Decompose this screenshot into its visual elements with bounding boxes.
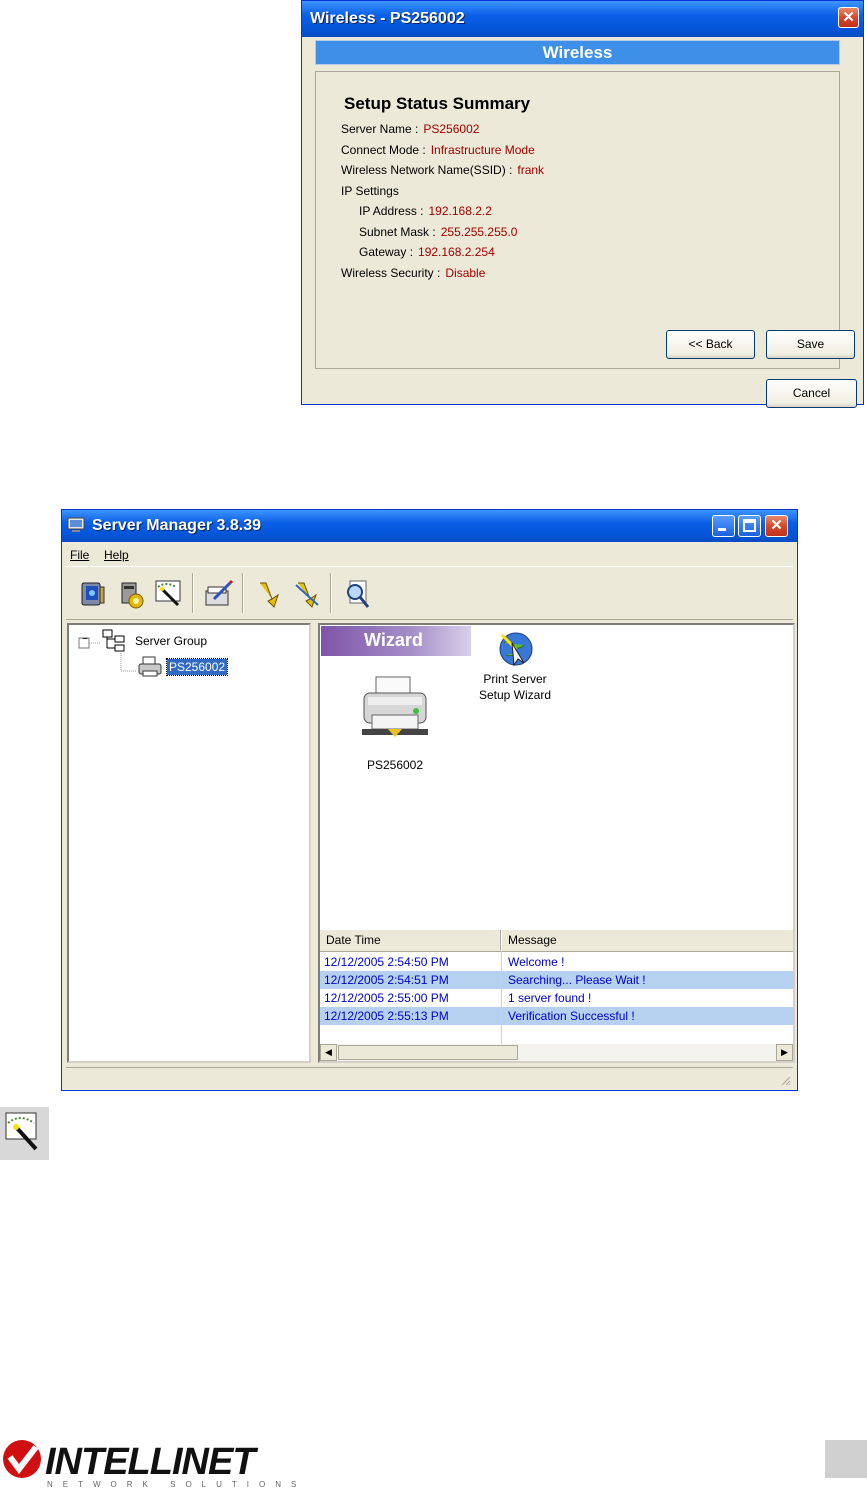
menu-file[interactable]: File <box>70 548 89 562</box>
dialog-close-button[interactable]: ✕ <box>838 7 859 28</box>
log-time: 12/12/2005 2:55:13 PM <box>324 1009 449 1023</box>
ip-settings-label: IP Settings <box>341 184 399 198</box>
ssid-row: Wireless Network Name(SSID) : frank <box>341 163 544 177</box>
log-row[interactable]: 12/12/2005 2:55:00 PM 1 server found ! <box>320 989 793 1007</box>
resize-grip-icon[interactable] <box>779 1074 791 1086</box>
setup-wizard-globe-icon[interactable] <box>496 629 536 669</box>
log-time: 12/12/2005 2:54:50 PM <box>324 955 449 969</box>
wireless-dialog: Wireless - PS256002 ✕ Wireless Setup Sta… <box>301 0 864 408</box>
tree-item-ps256002[interactable]: PS256002 <box>165 658 229 676</box>
ip-address-label: IP Address : <box>359 204 424 218</box>
server-properties-icon[interactable] <box>76 577 110 611</box>
log-header: Date Time Message <box>320 930 793 952</box>
server-name-row: Server Name : PS256002 <box>341 122 479 136</box>
log-message: Verification Successful ! <box>508 1009 635 1023</box>
brand-name: INTELLINET <box>45 1441 256 1483</box>
column-message[interactable]: Message <box>502 930 793 950</box>
setup-wizard-label-line1: Print Server <box>483 672 547 686</box>
minimize-icon <box>718 528 726 531</box>
dialog-title: Wireless - PS256002 <box>310 10 465 27</box>
toolbar <box>66 566 793 620</box>
tree-item-server-group[interactable]: Server Group <box>135 634 207 648</box>
server-group-icon <box>102 629 125 652</box>
disconnect-icon[interactable] <box>290 577 324 611</box>
status-bar <box>66 1067 793 1088</box>
subnet-mask-label: Subnet Mask : <box>359 225 436 239</box>
wizard-tab[interactable]: Wizard <box>321 626 471 656</box>
summary-panel: Setup Status Summary Server Name : PS2560… <box>315 71 855 369</box>
content-panel: Wizard Print Server Setup Wizard PS25600… <box>318 623 795 1063</box>
log-row[interactable]: 12/12/2005 2:55:13 PM Verification Succe… <box>320 1007 793 1025</box>
menu-help[interactable]: Help <box>104 548 129 562</box>
menubar: File Help <box>62 544 797 564</box>
scroll-right-button[interactable]: ▶ <box>776 1044 793 1061</box>
edit-icon[interactable] <box>202 577 236 611</box>
wireless-security-label: Wireless Security : <box>341 266 441 280</box>
setup-wizard-icon <box>5 1112 38 1151</box>
toolbar-separator <box>330 573 332 613</box>
log-row[interactable]: 12/12/2005 2:54:51 PM Searching... Pleas… <box>320 971 793 989</box>
ip-address-value: 192.168.2.2 <box>428 204 492 218</box>
gateway-value: 192.168.2.254 <box>418 245 495 259</box>
connect-mode-value: Infrastructure Mode <box>430 143 535 157</box>
scroll-left-button[interactable]: ◀ <box>320 1044 337 1061</box>
connect-mode-row: Connect Mode : Infrastructure Mode <box>341 143 535 157</box>
printer-icon <box>138 656 162 677</box>
cancel-button[interactable]: Cancel <box>766 379 857 408</box>
back-button[interactable]: << Back <box>666 330 755 359</box>
gateway-row: Gateway : 192.168.2.254 <box>359 245 495 259</box>
window-close-button[interactable]: ✕ <box>765 515 788 537</box>
brand-tagline: NETWORK SOLUTIONS <box>47 1480 307 1489</box>
setup-wizard-icon-sample <box>0 1107 49 1160</box>
toolbar-separator <box>192 573 194 613</box>
wireless-banner-text: Wireless <box>542 43 613 62</box>
gateway-label: Gateway : <box>359 245 414 259</box>
server-name-label: Server Name : <box>341 122 419 136</box>
summary-title: Setup Status Summary <box>344 94 531 113</box>
log-time: 12/12/2005 2:55:00 PM <box>324 991 449 1005</box>
connect-icon[interactable] <box>252 577 286 611</box>
log-row[interactable]: 12/12/2005 2:54:50 PM Welcome ! <box>320 953 793 971</box>
configure-icon[interactable] <box>114 577 148 611</box>
search-icon[interactable] <box>340 577 374 611</box>
maximize-icon <box>743 519 756 532</box>
ip-settings-row: IP Settings <box>341 184 399 198</box>
page-number-box <box>825 1440 867 1478</box>
ssid-value: frank <box>517 163 545 177</box>
window-title: Server Manager 3.8.39 <box>92 517 261 534</box>
app-icon <box>67 517 85 532</box>
ssid-label: Wireless Network Name(SSID) : <box>341 163 513 177</box>
log-column-divider <box>501 951 502 1045</box>
setup-wizard-label-line2: Setup Wizard <box>478 688 552 702</box>
ip-address-row: IP Address : 192.168.2.2 <box>359 204 492 218</box>
tree-collapse-icon[interactable]: − <box>80 634 90 645</box>
connect-mode-label: Connect Mode : <box>341 143 426 157</box>
server-manager-window: Server Manager 3.8.39 ✕ File Help − Serv… <box>61 509 798 1091</box>
subnet-mask-value: 255.255.255.0 <box>440 225 518 239</box>
save-button[interactable]: Save <box>766 330 855 359</box>
toolbar-separator <box>242 573 244 613</box>
print-server-device-icon[interactable] <box>358 671 434 747</box>
log-message: Searching... Please Wait ! <box>508 973 646 987</box>
wireless-security-row: Wireless Security : Disable <box>341 266 485 280</box>
log-message: 1 server found ! <box>508 991 592 1005</box>
window-titlebar[interactable]: Server Manager 3.8.39 ✕ <box>62 510 797 542</box>
log-time: 12/12/2005 2:54:51 PM <box>324 973 449 987</box>
wireless-security-value: Disable <box>445 266 486 280</box>
wireless-banner: Wireless <box>315 40 840 65</box>
wizard-tab-label: Wizard <box>364 630 423 650</box>
horizontal-scrollbar[interactable]: ◀ ▶ <box>320 1044 793 1061</box>
dialog-titlebar[interactable]: Wireless - PS256002 ✕ <box>302 1 863 37</box>
maximize-button[interactable] <box>738 515 761 537</box>
minimize-button[interactable] <box>712 515 735 537</box>
server-name-value: PS256002 <box>423 122 480 136</box>
setup-wizard-icon[interactable] <box>152 577 186 611</box>
setup-wizard-label[interactable]: Print Server Setup Wizard <box>470 671 560 703</box>
device-label[interactable]: PS256002 <box>350 757 440 773</box>
log-message: Welcome ! <box>508 955 565 969</box>
scroll-thumb[interactable] <box>338 1045 518 1060</box>
subnet-mask-row: Subnet Mask : 255.255.255.0 <box>359 225 517 239</box>
column-date-time[interactable]: Date Time <box>320 930 502 950</box>
server-tree: − Server Group PS256002 <box>67 623 311 1063</box>
